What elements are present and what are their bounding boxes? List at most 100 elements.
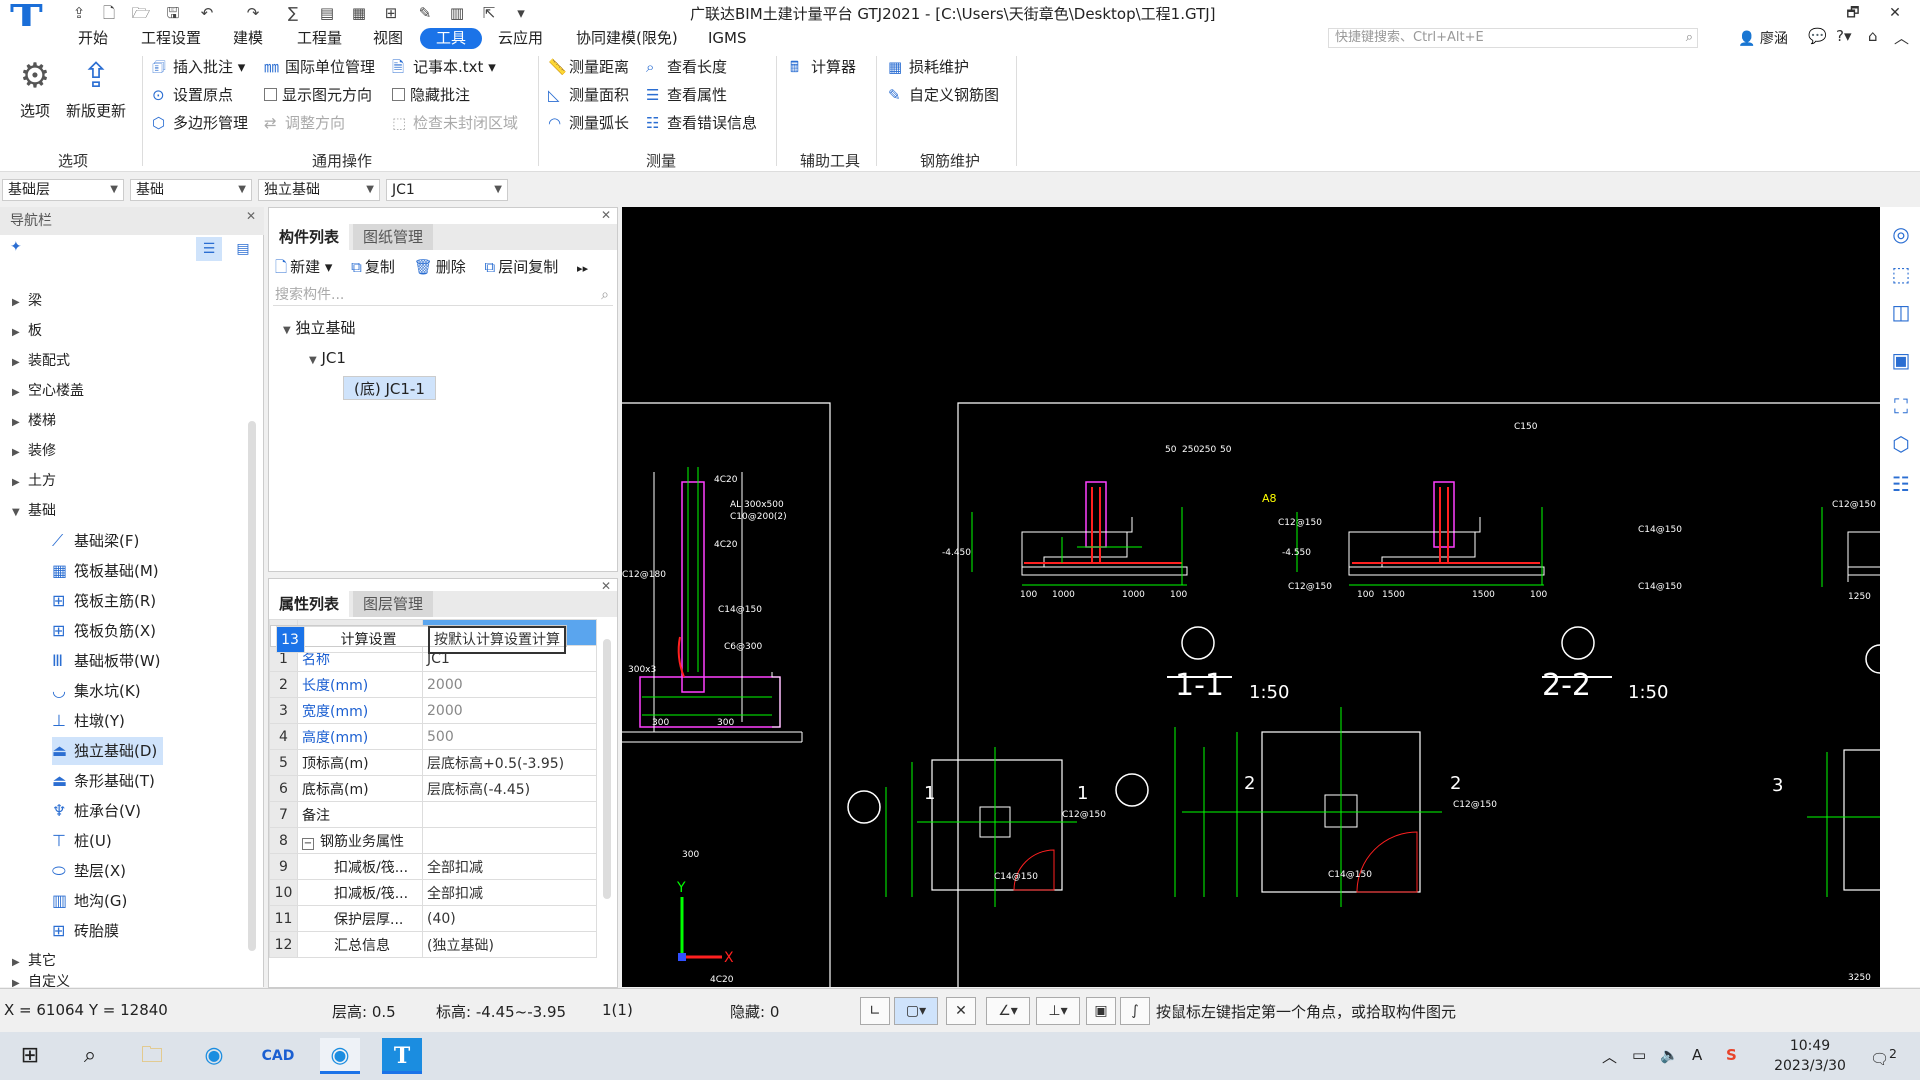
intl-units-button[interactable]: ㎜国际单位管理	[264, 56, 375, 78]
nav-item-raft-main-rebar[interactable]: ⊞ 筏板主筋(R)	[52, 587, 156, 615]
nav-item-pier[interactable]: ⊥ 柱墩(Y)	[52, 707, 125, 735]
close-button[interactable]: ✕	[1880, 2, 1910, 24]
menu-quantity[interactable]: 工程量	[297, 28, 342, 49]
table-row[interactable]: 3 宽度(mm) 2000	[269, 697, 597, 724]
notepad-button[interactable]: 🗎 记事本.txt ▾	[392, 56, 496, 78]
prop-value[interactable]: 层底标高+0.5(-3.95)	[422, 749, 597, 776]
drawing-canvas[interactable]: 4C20 AL 300x500 C10@200(2) 4C20 C14@150 …	[622, 207, 1880, 987]
cad-drawing[interactable]: 4C20 AL 300x500 C10@200(2) 4C20 C14@150 …	[622, 207, 1880, 987]
type-select[interactable]: 基础 ▼	[130, 179, 252, 201]
nav-item-trench[interactable]: ▥ 地沟(G)	[52, 887, 127, 915]
chat-icon[interactable]: 💬	[1808, 27, 1827, 45]
nav-item-raft-neg-rebar[interactable]: ⊞ 筏板负筋(X)	[52, 617, 156, 645]
tray-expand-icon[interactable]: ︿	[1602, 1046, 1617, 1067]
table-row[interactable]: 11 保护层厚... (40)	[269, 905, 597, 932]
floor-select[interactable]: 基础层 ▼	[2, 179, 124, 201]
export-icon[interactable]: ⇱	[478, 2, 500, 24]
system-clock[interactable]: 10:49 2023/3/30	[1770, 1036, 1850, 1076]
nav-group-other[interactable]: ▶ 其它	[0, 947, 56, 975]
battery-icon[interactable]: ▭	[1632, 1046, 1646, 1064]
menu-igms[interactable]: IGMS	[708, 28, 747, 49]
nav-group-earth[interactable]: ▶ 土方	[0, 467, 56, 495]
windows-start-icon[interactable]: ⊞	[10, 1038, 50, 1074]
capture-icon[interactable]: ▣	[1086, 997, 1116, 1025]
pen-icon[interactable]: ✎	[414, 2, 436, 24]
nav-group-slab[interactable]: ▶ 板	[0, 317, 42, 345]
search-icon[interactable]: ⌕	[1686, 29, 1693, 47]
floor-copy-button[interactable]: ⧉ 层间复制	[485, 258, 559, 276]
save-icon[interactable]: 🖫	[162, 2, 184, 24]
help-icon[interactable]: ?▾	[1836, 27, 1852, 45]
table-row[interactable]: 9 扣减板/筏... 全部扣减	[269, 853, 597, 880]
3d-view-icon[interactable]: ⬚	[1888, 261, 1914, 287]
nav-item-pile-cap[interactable]: ♆ 桩承台(V)	[52, 797, 141, 825]
nav-group-prefab[interactable]: ▶ 装配式	[0, 347, 70, 375]
table-row[interactable]: 13 计算设置 按默认计算设置计算	[269, 624, 567, 654]
prop-value[interactable]: 2000	[422, 697, 597, 724]
view-cube-icon[interactable]: ◫	[1888, 299, 1914, 325]
layout-icon[interactable]: ⊞	[380, 2, 402, 24]
prop-value[interactable]	[422, 801, 597, 828]
table-row[interactable]: 5 顶标高(m) 层底标高+0.5(-3.95)	[269, 749, 597, 776]
nav-group-hollow[interactable]: ▶ 空心楼盖	[0, 377, 84, 405]
upload-icon[interactable]: ⇪	[68, 2, 90, 24]
notification-icon[interactable]: 🗨2	[1870, 1046, 1897, 1068]
nav-item-pile[interactable]: ⊤ 桩(U)	[52, 827, 112, 855]
adjust-direction-button[interactable]: ⇄ 调整方向	[264, 112, 345, 134]
calculator-button[interactable]: 🖩 计算器	[790, 56, 856, 78]
cross-select-icon[interactable]: ✕	[946, 997, 976, 1025]
prop-value[interactable]: 层底标高(-4.45)	[422, 775, 597, 802]
measure-distance-button[interactable]: 📏 测量距离	[548, 56, 629, 78]
more-dropdown-icon[interactable]: ▾	[510, 2, 532, 24]
curve-icon[interactable]: ∫	[1120, 997, 1150, 1025]
collapse-ribbon-icon[interactable]: ︿	[1894, 27, 1909, 48]
redo-icon[interactable]: ↷	[242, 2, 264, 24]
nav-group-stairs[interactable]: ▶ 楼梯	[0, 407, 56, 435]
list-settings-icon[interactable]: ☷	[1888, 471, 1914, 497]
prop-value[interactable]: 2000	[422, 671, 597, 698]
menu-project-settings[interactable]: 工程设置	[141, 28, 201, 49]
loss-maintenance-button[interactable]: ▦ 损耗维护	[888, 56, 969, 78]
tab-property-list[interactable]: 属性列表	[269, 591, 350, 617]
tree-node-root[interactable]: ▼ 独立基础	[283, 316, 356, 340]
menu-collab[interactable]: 协同建模(限免)	[576, 28, 678, 49]
ruler-icon[interactable]: ▥	[446, 2, 468, 24]
search-icon[interactable]: ⌕	[601, 284, 609, 306]
nav-item-sump[interactable]: ◡ 集水坑(K)	[52, 677, 141, 705]
volume-icon[interactable]: 🔈	[1660, 1046, 1679, 1064]
angle-icon[interactable]: ∠▾	[986, 997, 1030, 1025]
collapse-box-icon[interactable]: −	[302, 837, 314, 850]
options-button[interactable]: ⚙ 选项	[14, 56, 56, 121]
view-length-button[interactable]: ⌕ 查看长度	[646, 56, 727, 78]
user-account[interactable]: 👤 廖涵	[1738, 28, 1788, 48]
update-button[interactable]: ⇪ 新版更新	[64, 56, 128, 121]
gtj-app-icon[interactable]: T	[382, 1038, 422, 1074]
nav-scrollbar[interactable]	[248, 421, 256, 951]
isometric-icon[interactable]: ⬡	[1888, 431, 1914, 457]
fullscreen-icon[interactable]: ⛶	[1888, 393, 1914, 419]
prop-value[interactable]: (独立基础)	[422, 931, 597, 958]
prop-value[interactable]: 全部扣减	[422, 879, 597, 906]
detail-view-icon[interactable]: ▤	[230, 237, 256, 261]
nav-group-beam[interactable]: ▶ 梁	[0, 287, 42, 315]
file-explorer-icon[interactable]: 🗀	[132, 1038, 172, 1074]
menu-modeling[interactable]: 建模	[233, 28, 263, 49]
component-search-input[interactable]: 搜索构件... ⌕	[273, 284, 613, 306]
menu-tools[interactable]: 工具	[420, 28, 483, 49]
hide-notes-checkbox[interactable]: 隐藏批注	[392, 84, 470, 106]
show-direction-checkbox[interactable]: 显示图元方向	[264, 84, 372, 106]
nav-item-raft[interactable]: ▦ 筏板基础(M)	[52, 557, 159, 585]
measure-area-button[interactable]: ◺ 测量面积	[548, 84, 629, 106]
prop-value[interactable]: (40)	[422, 905, 597, 932]
tab-layer-mgmt[interactable]: 图层管理	[353, 591, 434, 617]
view-errors-button[interactable]: ☷ 查看错误信息	[646, 112, 757, 134]
tree-node-jc1-1[interactable]: (底) JC1-1	[343, 376, 436, 400]
report-icon[interactable]: ▤	[316, 2, 338, 24]
prop-value[interactable]: 全部扣减	[422, 853, 597, 880]
ortho-icon[interactable]: ∟	[860, 997, 890, 1025]
ime-indicator[interactable]: A	[1692, 1046, 1702, 1064]
nav-item-foundation-beam[interactable]: ⟋ 基础梁(F)	[52, 527, 139, 555]
display-mode-icon[interactable]: ▣	[1888, 347, 1914, 373]
grid-icon[interactable]: ▦	[348, 2, 370, 24]
restore-button[interactable]: 🗗	[1838, 2, 1868, 24]
